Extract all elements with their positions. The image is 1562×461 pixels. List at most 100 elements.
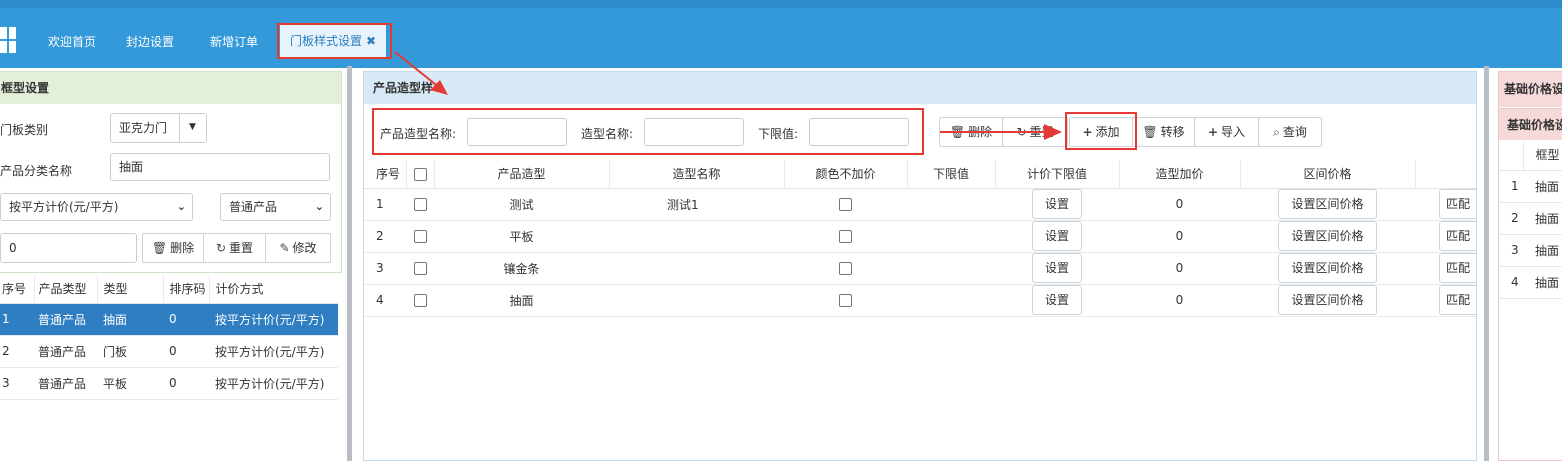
row-checkbox[interactable] [413,230,427,243]
delete-model-button[interactable]: 🗑 删除 [939,117,1003,147]
col-header: 产品类型 [34,275,98,304]
refresh-icon: ↻ [1016,125,1027,139]
match-button[interactable]: 匹配 [1439,221,1476,251]
table-row[interactable]: 1 普通产品 抽面 0 按平方计价(元/平方) [0,303,338,336]
splitter-left[interactable] [347,66,352,461]
table-row[interactable]: 3 镶金条 设置 0 设置区间价格 匹配 [364,252,1476,285]
cell: 抽面 [1523,170,1562,203]
trash-icon: 🗑 [1142,125,1158,139]
cell: 3 [1499,234,1523,267]
table-row[interactable]: 1 测试 测试1 设置 0 设置区间价格 匹配 [364,188,1476,221]
select-all-checkbox[interactable] [413,167,427,181]
tab-new-order[interactable]: 新增订单 [210,33,258,51]
table-row[interactable]: 3 抽面 [1499,234,1562,267]
cell: 抽面 [1523,202,1562,235]
table-row[interactable]: 3 普通产品 平板 0 按平方计价(元/平方) [0,367,338,400]
table-row[interactable]: 2 平板 设置 0 设置区间价格 匹配 [364,220,1476,253]
no-color-markup-checkbox[interactable] [839,262,852,275]
door-category-label: 门板类别 [0,123,49,137]
splitter-right[interactable] [1484,66,1489,461]
reset-model-button[interactable]: ↻ 重置 [1002,117,1068,147]
no-color-markup-checkbox[interactable] [839,230,852,243]
windows-logo-icon[interactable] [0,27,16,53]
delete-button[interactable]: 🗑 删除 [142,233,204,263]
cell: 0 [1119,284,1240,317]
edit-button[interactable]: ✎ 修改 [265,233,331,263]
chevron-down-icon: ▼ [189,122,196,132]
shape-name-input[interactable] [644,118,744,146]
cell: 抽面 [1523,266,1562,299]
table-row[interactable]: 4 抽面 [1499,266,1562,299]
set-range-price-button[interactable]: 设置区间价格 [1278,253,1377,283]
cell: 平板 [434,220,609,253]
cell: 0 [163,303,209,336]
product-type-select[interactable]: 普通产品 ⌄ [220,193,331,221]
add-model-button[interactable]: + 添加 [1069,117,1133,147]
cell: 1 [364,188,406,221]
lower-limit-label: 下限值: [758,127,799,141]
transfer-button[interactable]: 🗑 转移 [1132,117,1195,147]
sort-code-input[interactable]: 0 [0,233,137,263]
no-color-markup-checkbox[interactable] [839,198,852,211]
col-header: 框型 [1523,140,1562,171]
match-button[interactable]: 匹配 [1439,285,1476,315]
set-range-price-button[interactable]: 设置区间价格 [1278,285,1377,315]
set-button[interactable]: 设置 [1031,221,1082,251]
close-tab-icon[interactable]: ✖ [366,34,376,48]
cell: 0 [163,367,209,400]
cell: 测试1 [609,188,784,221]
trash-icon: 🗑 [949,125,966,139]
plus-icon: + [1082,125,1093,139]
no-color-markup-checkbox[interactable] [839,294,852,307]
table-row[interactable]: 2 抽面 [1499,202,1562,235]
model-name-label: 产品造型名称: [380,127,457,141]
table-row[interactable]: 4 抽面 设置 0 设置区间价格 匹配 [364,284,1476,317]
set-range-price-button[interactable]: 设置区间价格 [1278,189,1377,219]
cell: 3 [0,367,34,400]
door-category-select[interactable]: 亚克力门 ▼ [110,113,207,143]
lower-limit-cell [907,252,995,285]
pricing-method-select[interactable]: 按平方计价(元/平方) ⌄ [0,193,193,221]
base-price-table: 框型 1 抽面 2 抽面 3 抽面 4 抽面 [1499,140,1562,299]
row-checkbox[interactable] [413,262,427,275]
cell: 0 [1119,220,1240,253]
import-button[interactable]: + 导入 [1194,117,1259,147]
table-row[interactable]: 1 抽面 [1499,170,1562,203]
query-label: 查询 [1282,125,1307,139]
cell: 3 [364,252,406,285]
set-button[interactable]: 设置 [1031,253,1082,283]
cell: 抽面 [1523,234,1562,267]
reset-button[interactable]: ↻ 重置 [203,233,266,263]
table-row[interactable]: 2 普通产品 门板 0 按平方计价(元/平方) [0,335,338,368]
col-header-extra [1415,160,1476,189]
model-name-input[interactable] [467,118,567,146]
product-class-input[interactable]: 抽面 [110,153,330,181]
cell: 镶金条 [434,252,609,285]
row-checkbox[interactable] [413,198,427,211]
import-label: 导入 [1221,125,1246,139]
product-type-value: 普通产品 [229,200,278,214]
tab-welcome[interactable]: 欢迎首页 [48,33,96,51]
cell: 按平方计价(元/平方) [209,367,338,400]
set-button[interactable]: 设置 [1031,285,1082,315]
panel-subtitle: 基础价格设 [1499,108,1562,140]
set-range-price-button[interactable]: 设置区间价格 [1278,221,1377,251]
col-header: 计价方式 [209,275,338,304]
lower-limit-cell [907,284,995,317]
select-divider [179,114,180,142]
col-header: 排序码 [163,275,210,304]
tab-edge-settings[interactable]: 封边设置 [126,33,174,51]
row-checkbox[interactable] [413,294,427,307]
match-button[interactable]: 匹配 [1439,253,1476,283]
col-header: 区间价格 [1240,160,1416,189]
panel-title: 产品造型样 [364,72,1476,104]
set-button[interactable]: 设置 [1031,189,1082,219]
tab-door-style-settings[interactable]: 门板样式设置 ✖ [280,25,387,58]
lower-limit-input[interactable] [809,118,909,146]
query-button[interactable]: ⌕ 查询 [1258,117,1322,147]
transfer-label: 转移 [1160,125,1185,139]
cell: 测试 [434,188,609,221]
cell [609,284,784,317]
lower-limit-cell [907,188,995,221]
match-button[interactable]: 匹配 [1439,189,1476,219]
